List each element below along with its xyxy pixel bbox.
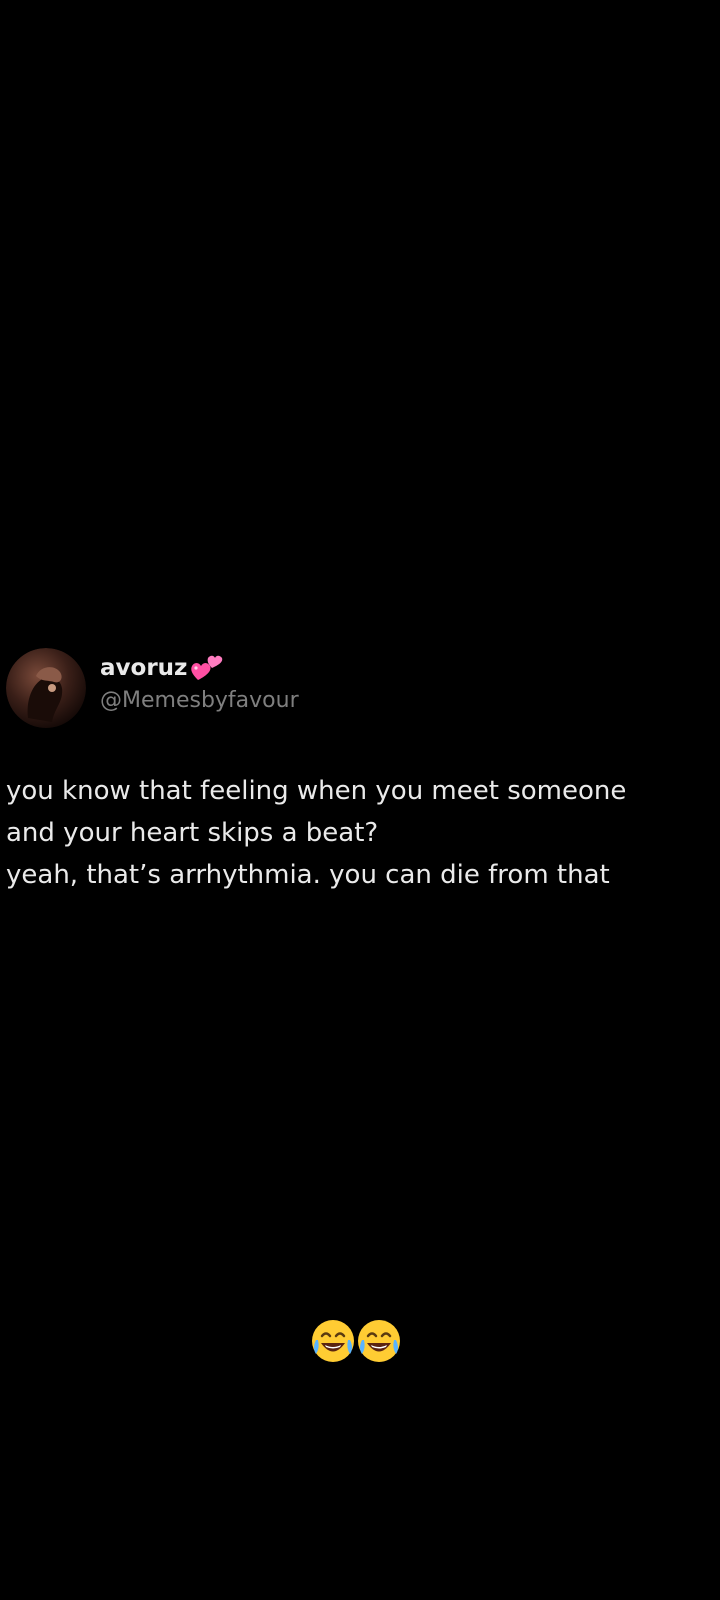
- post-header: avoruz @Memesbyfavour: [6, 648, 706, 730]
- post-text-line: you know that feeling when you meet some…: [6, 776, 627, 806]
- post-text-line: and your heart skips a beat?: [6, 818, 379, 848]
- face-with-tears-of-joy-icon: [310, 1318, 356, 1364]
- face-with-tears-of-joy-icon: [356, 1318, 402, 1364]
- avatar[interactable]: [6, 648, 86, 728]
- post-text: you know that feeling when you meet some…: [6, 770, 706, 896]
- author-handle[interactable]: @Memesbyfavour: [100, 688, 299, 714]
- two-hearts-icon: [190, 652, 224, 682]
- author-display-name[interactable]: avoruz: [100, 654, 187, 682]
- post-text-line: yeah, that’s arrhythmia. you can die fro…: [6, 860, 610, 890]
- reaction-emoji: [310, 1318, 410, 1366]
